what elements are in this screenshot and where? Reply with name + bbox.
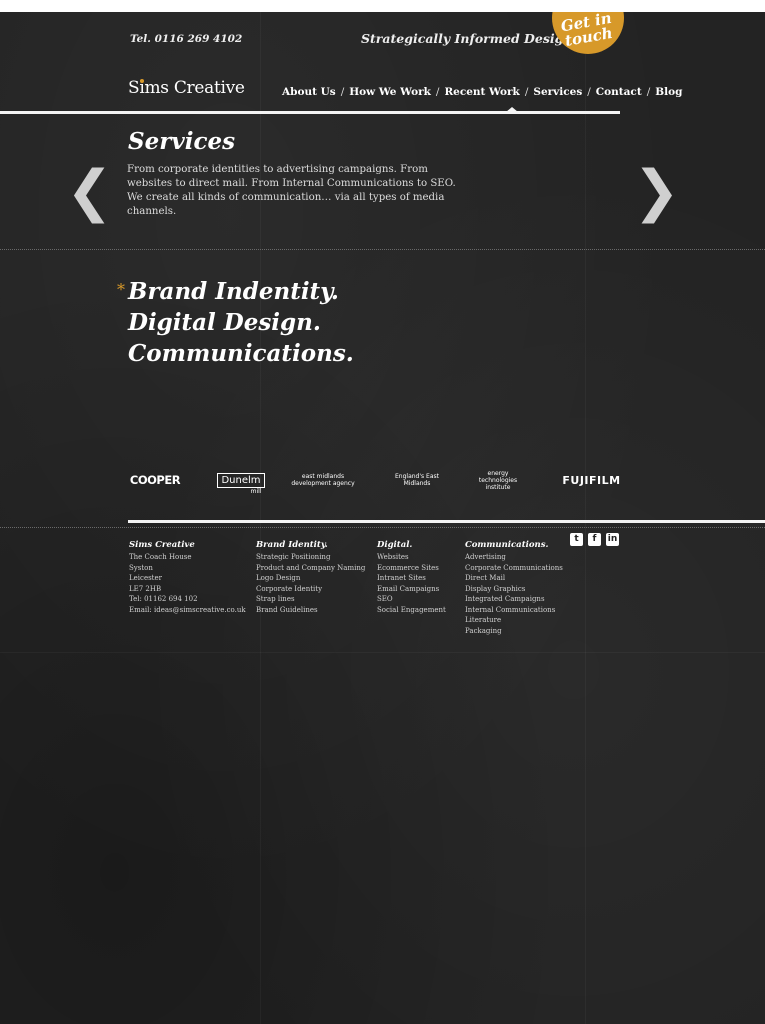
nav-item-blog[interactable]: Blog [655, 86, 682, 98]
nav-active-indicator [506, 107, 518, 112]
paper-texture [0, 652, 765, 653]
social-links: t f in [570, 533, 619, 546]
nav-separator: / [340, 86, 345, 98]
nav-item-contact[interactable]: Contact [596, 86, 642, 98]
footer-digital-title[interactable]: Digital. [377, 540, 446, 551]
headline-communications: Communications. [128, 340, 354, 367]
footer-address-line: Leicester [129, 574, 162, 582]
logo-dot [140, 79, 144, 83]
footer-link[interactable]: Advertising [465, 552, 563, 563]
client-logos: COOPER Dunelm mill east midlands develop… [128, 462, 623, 498]
footer-brand-identity: Brand Identity. Strategic Positioning Pr… [256, 540, 365, 615]
paper-texture [585, 12, 586, 1024]
footer-link[interactable]: Ecommerce Sites [377, 563, 446, 574]
nav-item-recent-work[interactable]: Recent Work [444, 86, 519, 98]
page: Tel. 0116 269 4102 Strategically Informe… [0, 12, 765, 1024]
footer-link[interactable]: Brand Guidelines [256, 605, 365, 616]
tagline: Strategically Informed Design [361, 31, 573, 46]
headline-digital-design: Digital Design. [128, 309, 321, 336]
next-arrow-icon[interactable]: ❯ [633, 162, 680, 222]
footer-link[interactable]: Email Campaigns [377, 584, 446, 595]
footer-link[interactable]: Literature [465, 615, 563, 626]
footer-link[interactable]: Product and Company Naming [256, 563, 365, 574]
footer-brand-identity-title[interactable]: Brand Identity. [256, 540, 365, 551]
footer-link[interactable]: Integrated Campaigns [465, 594, 563, 605]
footer-link[interactable]: Strategic Positioning [256, 552, 365, 563]
nav-item-how-we-work[interactable]: How We Work [349, 86, 431, 98]
twitter-icon[interactable]: t [570, 533, 583, 546]
footer-link[interactable]: Packaging [465, 626, 563, 637]
footer-contact-title: Sims Creative [129, 540, 195, 550]
dunelm-box: Dunelm mill [217, 472, 265, 495]
client-logo-dunelm: Dunelm mill [216, 462, 266, 498]
footer-communications: Communications. Advertising Corporate Co… [465, 540, 563, 636]
dunelm-sub: mill [250, 487, 262, 495]
nav-separator: / [587, 86, 591, 98]
services-intro: From corporate identities to advertising… [127, 164, 456, 217]
footer-communications-title[interactable]: Communications. [465, 540, 563, 551]
footer-email-link[interactable]: Email: ideas@simscreative.co.uk [129, 605, 246, 616]
client-logo-emda: east midlands development agency [291, 473, 355, 487]
footer-link[interactable]: Corporate Identity [256, 584, 365, 595]
footer-divider [0, 527, 765, 528]
client-logo-englands-east-midlands: England's East Midlands [395, 473, 439, 487]
footer-link[interactable]: Direct Mail [465, 573, 563, 584]
footer-link[interactable]: Websites [377, 552, 446, 563]
get-in-touch-button[interactable]: Get in touch [552, 12, 624, 54]
footer-address-line: LE7 2HB [129, 584, 162, 593]
nav-separator: / [435, 86, 440, 98]
footer-contact: Sims Creative The Coach House Syston Lei… [129, 540, 246, 615]
linkedin-icon[interactable]: in [606, 533, 619, 546]
footer-link[interactable]: Internal Communications [465, 605, 563, 616]
client-logo-fujifilm: FUJIFILM [562, 473, 621, 487]
footer-phone: Tel: 01162 694 102 [129, 595, 198, 603]
footer-address-line: Syston [129, 563, 153, 572]
footer-address-line: The Coach House [129, 553, 192, 561]
footer-link[interactable]: Logo Design [256, 573, 365, 584]
client-logo-cooper: COOPER [129, 473, 181, 487]
footer-link[interactable]: Corporate Communications [465, 563, 563, 574]
logo[interactable]: Sims Creative [128, 78, 245, 98]
footer-top-line [128, 520, 765, 523]
section-divider [0, 249, 765, 250]
nav-item-services[interactable]: Services [533, 86, 582, 98]
prev-arrow-icon[interactable]: ❮ [66, 162, 113, 222]
footer-digital: Digital. Websites Ecommerce Sites Intran… [377, 540, 446, 615]
phone-number: Tel. 0116 269 4102 [130, 33, 243, 45]
get-in-touch-label: Get in touch [559, 12, 615, 50]
page-title: Services [128, 128, 236, 155]
headline-brand-identity: Brand Indentity. [128, 278, 339, 305]
footer-link[interactable]: Social Engagement [377, 605, 446, 616]
dunelm-name: Dunelm [221, 474, 261, 486]
facebook-icon[interactable]: f [588, 533, 601, 546]
client-logo-energy-technologies-institute: energy technologies institute [478, 469, 518, 491]
asterisk-mark: * [117, 280, 125, 299]
footer-link[interactable]: Display Graphics [465, 584, 563, 595]
nav-item-about-us[interactable]: About Us [282, 86, 336, 98]
main-nav: About Us / How We Work / Recent Work / S… [282, 86, 682, 98]
nav-underline [0, 111, 620, 114]
nav-separator: / [524, 86, 529, 98]
footer-link[interactable]: SEO [377, 594, 446, 605]
footer-link[interactable]: Strap lines [256, 594, 365, 605]
nav-separator: / [646, 86, 651, 98]
footer-link[interactable]: Intranet Sites [377, 573, 446, 584]
